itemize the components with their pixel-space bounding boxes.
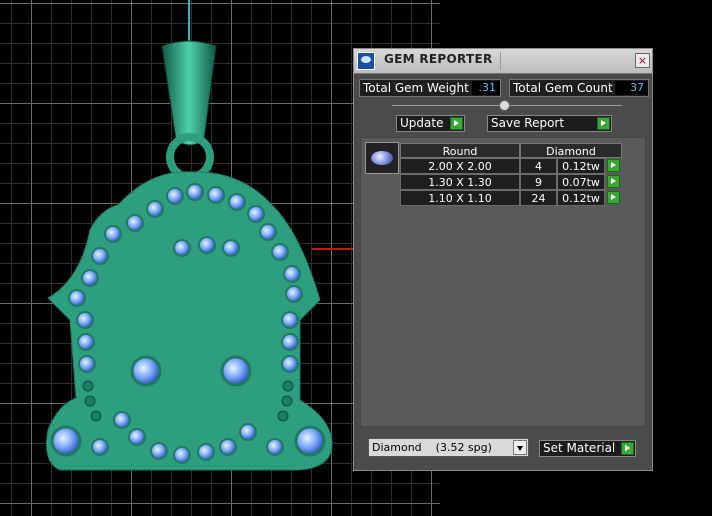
metal-bead xyxy=(82,380,94,392)
total-gem-count-label: Total Gem Count xyxy=(513,81,613,95)
gem-stone xyxy=(173,239,191,257)
gem-stone-large xyxy=(130,355,162,387)
gem-stone xyxy=(271,243,289,261)
update-button-label: Update xyxy=(400,116,444,130)
gem-size: 2.00 X 2.00 xyxy=(400,158,520,174)
material-header: Diamond xyxy=(520,143,622,158)
total-gem-weight-label: Total Gem Weight xyxy=(363,81,469,95)
panel-titlebar[interactable]: GEM REPORTER × xyxy=(354,49,652,74)
green-arrow-icon[interactable] xyxy=(607,159,620,172)
gem-stone xyxy=(126,214,144,232)
gem-count: 4 xyxy=(520,158,557,174)
total-gem-weight-field: Total Gem Weight .31 xyxy=(359,79,501,97)
gem-stone xyxy=(81,269,99,287)
gem-stone xyxy=(283,265,301,283)
gem-reporter-panel: GEM REPORTER × Total Gem Weight .31 Tota… xyxy=(353,48,653,471)
gem-size: 1.30 X 1.30 xyxy=(400,174,520,190)
gem-reporter-icon xyxy=(357,52,375,70)
total-gem-count-value: 37 xyxy=(615,81,648,95)
metal-bead xyxy=(84,395,96,407)
pendant-bail xyxy=(161,40,217,181)
save-report-button-label: Save Report xyxy=(491,116,565,130)
gem-stone xyxy=(113,411,131,429)
gem-stone xyxy=(104,225,122,243)
slider-handle[interactable] xyxy=(499,100,510,111)
gem-report-area: Round Diamond 2.00 X 2.00 4 0.12tw 1.30 … xyxy=(360,137,646,427)
gem-stone xyxy=(247,205,265,223)
gem-stone xyxy=(281,333,299,351)
gem-size: 1.10 X 1.10 xyxy=(400,190,520,206)
close-button[interactable]: × xyxy=(635,53,650,68)
gem-stone xyxy=(128,428,146,446)
gem-stone xyxy=(198,236,216,254)
gem-stone xyxy=(228,193,246,211)
metal-bead xyxy=(281,395,293,407)
green-arrow-icon[interactable] xyxy=(621,442,634,455)
gem-stone xyxy=(259,223,277,241)
gem-weight: 0.12tw xyxy=(557,158,605,174)
material-select[interactable]: Diamond (3.52 spg) xyxy=(368,438,529,457)
gem-stone xyxy=(222,239,240,257)
green-arrow-icon[interactable] xyxy=(597,117,610,130)
chevron-down-icon[interactable] xyxy=(513,440,527,455)
gem-stone xyxy=(207,186,225,204)
gem-stone xyxy=(285,285,303,303)
update-button[interactable]: Update xyxy=(396,115,465,132)
shape-header: Round xyxy=(400,143,520,158)
gem-count: 9 xyxy=(520,174,557,190)
metal-bead xyxy=(277,410,289,422)
gem-stone xyxy=(173,446,191,464)
gem-stone-large xyxy=(220,355,252,387)
set-material-button[interactable]: Set Material xyxy=(539,440,636,457)
gem-stone xyxy=(266,438,284,456)
gem-stone xyxy=(281,311,299,329)
gem-stone xyxy=(197,443,215,461)
round-diamond-icon[interactable] xyxy=(365,142,399,174)
gem-stone xyxy=(146,200,164,218)
metal-bead xyxy=(90,410,102,422)
green-arrow-icon[interactable] xyxy=(607,191,620,204)
gem-weight: 0.07tw xyxy=(557,174,605,190)
gem-stone-large xyxy=(294,425,326,457)
material-select-value: Diamond (3.52 spg) xyxy=(372,441,492,454)
gem-stone xyxy=(150,442,168,460)
gem-stone xyxy=(166,187,184,205)
gem-stone xyxy=(77,333,95,351)
gem-stone xyxy=(91,247,109,265)
gem-stone xyxy=(186,183,204,201)
title-divider xyxy=(500,52,501,70)
gem-stone xyxy=(219,438,237,456)
gem-stone xyxy=(76,311,94,329)
green-arrow-icon[interactable] xyxy=(450,117,463,130)
gem-stone xyxy=(239,423,257,441)
metal-bead xyxy=(282,380,294,392)
save-report-button[interactable]: Save Report xyxy=(487,115,612,132)
gem-stone xyxy=(281,355,299,373)
gem-stone xyxy=(91,438,109,456)
green-arrow-icon[interactable] xyxy=(607,175,620,188)
gem-count: 24 xyxy=(520,190,557,206)
total-gem-weight-value: .31 xyxy=(472,81,500,95)
gem-stone xyxy=(78,355,96,373)
total-gem-count-field: Total Gem Count 37 xyxy=(509,79,649,97)
panel-title: GEM REPORTER xyxy=(384,52,493,66)
gem-stone-large xyxy=(50,425,82,457)
gem-weight: 0.12tw xyxy=(557,190,605,206)
gem-stone xyxy=(68,289,86,307)
set-material-button-label: Set Material xyxy=(543,441,616,455)
